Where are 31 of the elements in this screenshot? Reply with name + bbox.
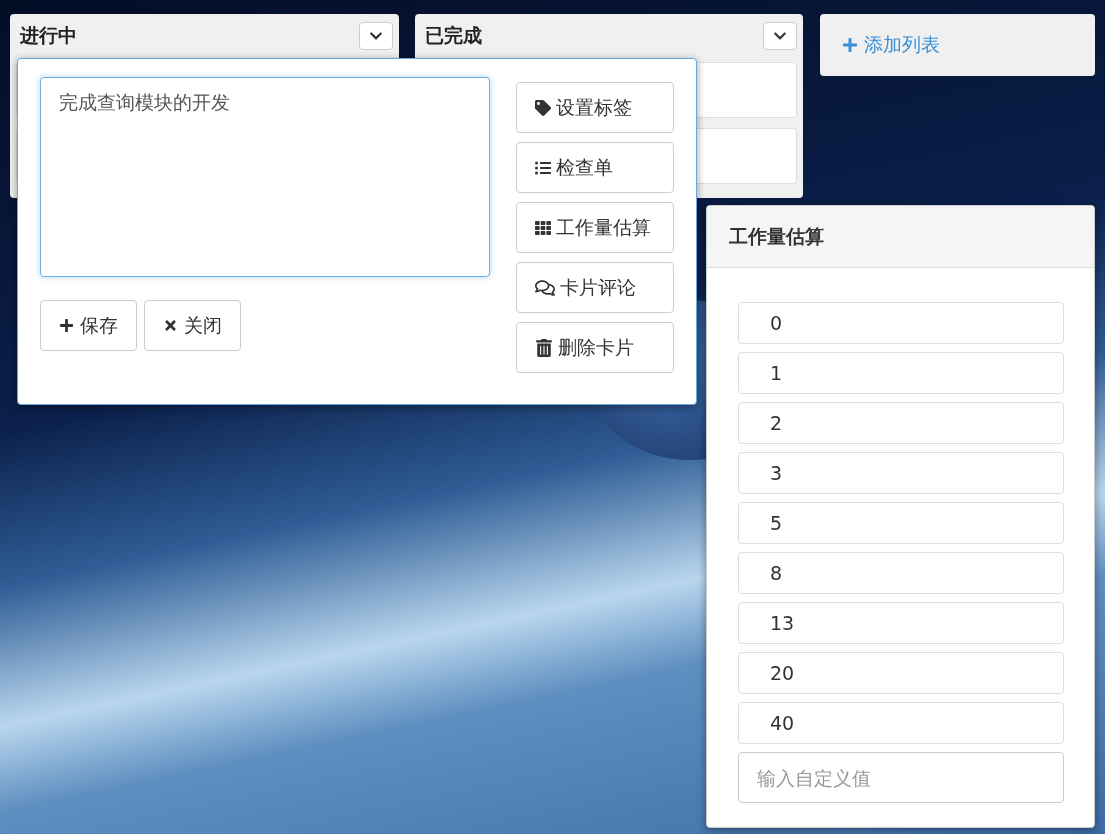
delete-button[interactable]: 删除卡片 xyxy=(516,322,674,373)
card-text-field[interactable]: 完成查询模块的开发 xyxy=(40,77,490,277)
save-button[interactable]: 保存 xyxy=(40,300,137,351)
close-icon xyxy=(163,318,178,333)
tag-button[interactable]: 设置标签 xyxy=(516,82,674,133)
popup-title: 工作量估算 xyxy=(729,223,824,249)
estimate-option[interactable]: 0 xyxy=(738,302,1064,344)
plus-icon xyxy=(59,318,74,333)
estimate-option[interactable]: 2 xyxy=(738,402,1064,444)
comments-icon xyxy=(535,277,555,298)
estimate-option[interactable]: 1 xyxy=(738,352,1064,394)
checklist-button[interactable]: 检查单 xyxy=(516,142,674,193)
list-icon xyxy=(535,159,551,176)
estimate-button[interactable]: 工作量估算 xyxy=(516,202,674,253)
plus-icon xyxy=(842,37,859,53)
tag-icon xyxy=(535,99,551,116)
list-title: 已完成 xyxy=(424,23,482,48)
close-button[interactable]: 关闭 xyxy=(144,300,241,351)
custom-value-field[interactable]: 输入自定义值 xyxy=(738,752,1064,803)
estimate-option[interactable]: 5 xyxy=(738,502,1064,544)
estimate-option[interactable]: 3 xyxy=(738,452,1064,494)
estimate-option[interactable]: 13 xyxy=(738,602,1064,644)
estimate-option[interactable]: 8 xyxy=(738,552,1064,594)
list-title: 进行中 xyxy=(20,23,77,48)
estimate-option[interactable]: 20 xyxy=(738,652,1064,694)
trash-icon xyxy=(535,338,553,357)
list-menu-button[interactable] xyxy=(358,22,393,50)
list-menu-button[interactable] xyxy=(763,22,798,50)
comment-button[interactable]: 卡片评论 xyxy=(516,262,674,313)
grid-icon xyxy=(535,219,551,236)
estimate-option[interactable]: 40 xyxy=(738,702,1064,744)
